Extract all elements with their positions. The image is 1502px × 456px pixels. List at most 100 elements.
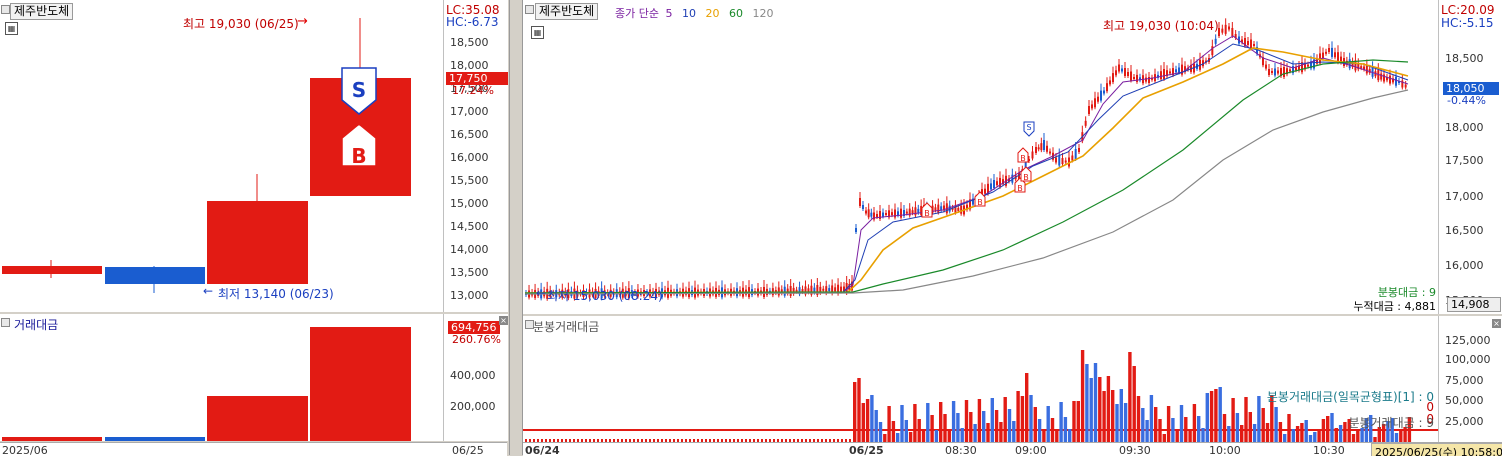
volume-bar — [1033, 407, 1037, 442]
minute-candle — [1325, 51, 1327, 54]
volume-bar — [1162, 434, 1166, 442]
right-table-icon[interactable]: ▦ — [531, 26, 544, 39]
minute-candle — [1133, 77, 1135, 79]
right-stock-title[interactable]: 제주반도체 — [535, 3, 599, 20]
left-time-axis: 2025/06 06/25 — [0, 442, 507, 456]
left-volume-handle[interactable] — [1, 318, 10, 327]
volume-bar — [982, 411, 986, 442]
left-pane-handle[interactable] — [1, 5, 10, 14]
right-current-time: 2025/06/25(수) 10:58:00 — [1371, 443, 1502, 456]
minute-candle — [885, 213, 887, 215]
minute-candle — [1163, 69, 1165, 79]
volume-bar-3 — [207, 396, 308, 441]
minute-candle — [1228, 26, 1230, 30]
volume-bar — [1145, 420, 1149, 442]
right-price-axis[interactable]: LC:20.09 HC:-5.15 18,500 18,000 17,500 17,0… — [1438, 0, 1502, 314]
left-date-end: 06/25 — [452, 444, 484, 456]
right-volume-pane[interactable]: 분봉거래대금 분봉거래대금(일목균형표)[1] : 0 0 0 분봉거래대금 :… — [523, 316, 1438, 442]
left-volume-axis[interactable]: 694,756 × 260.76% 400,000 200,000 — [443, 314, 508, 441]
right-low-arrow: ← — [536, 286, 547, 300]
volume-bar — [947, 429, 951, 442]
minute-candle — [1061, 158, 1064, 164]
left-table-icon[interactable]: ▦ — [5, 22, 18, 35]
right-price-tick: 17,500 — [1445, 154, 1484, 167]
left-price-axis[interactable]: LC:35.08 HC:-6.73 18,500 18,000 17,500 17,0… — [443, 0, 508, 312]
right-volume-axis[interactable]: × 125,000 100,000 75,000 50,000 25,000 — [1438, 316, 1502, 442]
minute-candle — [1103, 90, 1105, 94]
ma-120[interactable]: 120 — [752, 7, 773, 20]
volume-bar — [1338, 425, 1343, 442]
volume-bar — [964, 400, 969, 442]
minute-candle — [1334, 52, 1336, 58]
volume-bar — [1248, 412, 1252, 442]
volume-bar — [1046, 406, 1050, 442]
left-volume-pane[interactable]: 거래대금 — [0, 314, 443, 441]
minute-candle — [1084, 120, 1087, 126]
minute-candle — [1328, 48, 1330, 52]
minute-candle — [1055, 157, 1057, 163]
left-candle-chart: SB — [2, 18, 411, 293]
ma-5[interactable]: 5 — [665, 7, 672, 20]
minute-candle — [1046, 145, 1048, 152]
right-price-pane[interactable]: BBBBBS 제주반도체 ▦ 종가 단순 5 10 20 60 120 최고 1… — [523, 0, 1438, 314]
volume-bar — [1222, 414, 1227, 442]
volume-bar — [1197, 416, 1201, 442]
volume-bar — [1257, 396, 1261, 442]
candle-3-body — [207, 201, 308, 284]
volume-bar — [904, 420, 908, 442]
volume-bar — [1188, 429, 1192, 442]
sell-signal-text: S — [352, 78, 366, 102]
left-low-arrow: ← — [203, 284, 214, 298]
minute-candle — [1115, 70, 1117, 76]
minute-candle — [1136, 74, 1138, 82]
right-price-tick: 16,500 — [1445, 224, 1484, 237]
volume-bar — [1209, 391, 1214, 442]
left-price-tick: 16,500 — [450, 128, 489, 141]
minute-candle — [1078, 148, 1080, 152]
right-pane-handle[interactable] — [525, 5, 534, 14]
volume-bar-2 — [105, 437, 205, 441]
right-time-tick: 10:00 — [1209, 444, 1241, 456]
right-volume-close-icon[interactable]: × — [1492, 319, 1501, 328]
left-current-change: 17.24% — [452, 84, 494, 97]
ma-10[interactable]: 10 — [682, 7, 696, 20]
minute-candle — [1124, 68, 1126, 76]
volume-bar — [1166, 406, 1171, 442]
minute-candle — [1049, 151, 1051, 154]
left-volume-close-icon[interactable]: × — [499, 316, 508, 325]
minute-candle — [1224, 24, 1227, 34]
minute-candle — [862, 205, 864, 209]
intraday-buy-text: B — [924, 209, 930, 218]
ma-20[interactable]: 20 — [705, 7, 719, 20]
volume-bar — [1351, 434, 1356, 442]
volume-bar — [943, 414, 947, 442]
minute-candle — [960, 205, 963, 214]
left-high-label: 최고 19,030 (06/25) — [183, 17, 299, 31]
volume-bar — [1016, 391, 1020, 442]
pane-splitter[interactable] — [509, 0, 523, 455]
right-bottom-price-tag: 14,908 — [1447, 297, 1501, 312]
right-price-tick: 18,500 — [1445, 52, 1484, 65]
volume-bar — [1037, 419, 1042, 442]
intraday-buy-text: B — [1023, 173, 1029, 182]
volume-bar — [1291, 429, 1295, 442]
volume-bar — [1111, 390, 1115, 442]
minute-candle — [1094, 98, 1096, 108]
right-volume-tick: 100,000 — [1445, 353, 1491, 366]
volume-bar — [1141, 408, 1145, 442]
volume-bar — [977, 399, 982, 442]
ma-60[interactable]: 60 — [729, 7, 743, 20]
minute-candle — [783, 286, 786, 296]
left-stock-title[interactable]: 제주반도체 — [10, 3, 74, 20]
volume-bar — [1132, 366, 1136, 442]
volume-bar-4 — [310, 327, 411, 441]
right-volume-legend-1: 분봉거래대금(일목균형표)[1] : 0 — [1266, 390, 1434, 404]
right-time-tick: 06/25 — [849, 444, 884, 456]
minute-candle — [1109, 80, 1111, 85]
minute-candle — [867, 209, 870, 218]
minute-candle — [1071, 155, 1074, 161]
right-volume-tick: 125,000 — [1445, 334, 1491, 347]
left-price-pane[interactable]: SB 제주반도체 ▦ 최고 19,030 (06/25) → ← 최저 13,1… — [0, 0, 443, 312]
left-volume-tick: 400,000 — [450, 369, 496, 382]
right-lc-label: LC:20.09 — [1441, 3, 1495, 17]
